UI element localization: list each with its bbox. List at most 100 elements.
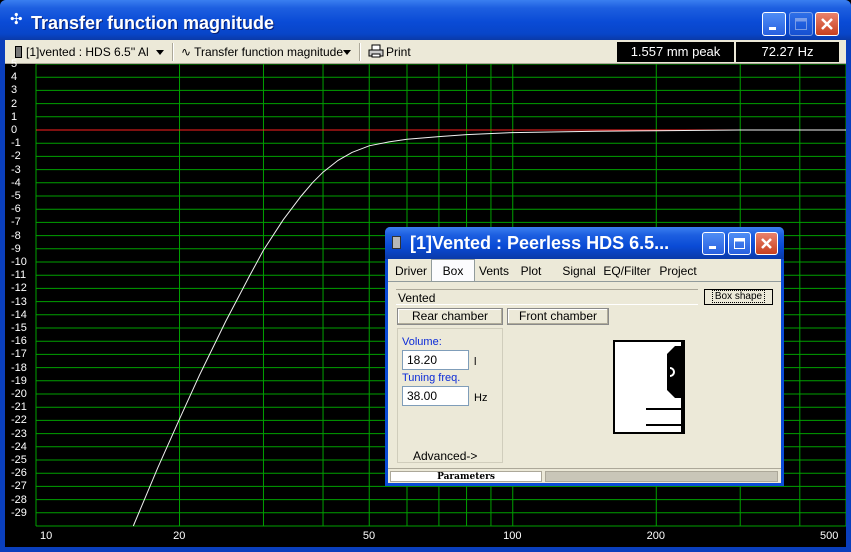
volume-label: Volume: bbox=[402, 336, 442, 348]
project-selector-label: [1]vented : HDS 6.5'' Al bbox=[26, 45, 149, 59]
main-titlebar[interactable]: ✣ Transfer function magnitude bbox=[0, 0, 851, 40]
minimize-icon bbox=[709, 246, 716, 249]
tab-project[interactable]: Project bbox=[655, 261, 701, 281]
y-tick-label: -2 bbox=[11, 150, 21, 163]
close-button[interactable] bbox=[815, 12, 839, 36]
maximize-icon bbox=[734, 238, 745, 249]
x-tick-label: 20 bbox=[173, 530, 186, 542]
y-tick-label: -19 bbox=[11, 374, 27, 387]
minimize-button[interactable] bbox=[762, 12, 786, 36]
speaker-icon bbox=[392, 236, 401, 249]
status-bar: Parameters bbox=[388, 468, 781, 483]
tuning-input[interactable]: 38.00 bbox=[402, 386, 469, 406]
front-chamber-button[interactable]: Front chamber bbox=[507, 308, 609, 325]
y-tick-label: -21 bbox=[11, 401, 27, 414]
close-icon bbox=[821, 18, 833, 30]
y-tick-label: -25 bbox=[11, 454, 27, 466]
y-tick-label: -14 bbox=[11, 308, 27, 321]
tab-eq-filter[interactable]: EQ/Filter bbox=[602, 261, 652, 281]
x-tick-label: 100 bbox=[503, 530, 522, 542]
child-body: Driver Box Vents Plot Signal EQ/Filter P… bbox=[388, 259, 781, 483]
box-diagram bbox=[613, 340, 685, 434]
box-shape-label: Box shape bbox=[711, 290, 766, 303]
y-tick-label: -4 bbox=[11, 176, 21, 189]
y-tick-label: -22 bbox=[11, 414, 27, 427]
y-tick-label: -11 bbox=[11, 269, 27, 282]
y-tick-label: -17 bbox=[11, 348, 27, 361]
box-type-display: Vented bbox=[396, 289, 698, 305]
y-tick-label: -5 bbox=[11, 190, 21, 202]
plot-selector[interactable]: ∿ Transfer function magnitude bbox=[181, 40, 343, 64]
enclosure-diagram-icon bbox=[646, 342, 683, 432]
printer-icon bbox=[368, 44, 384, 58]
plot-dropdown-arrow-icon[interactable] bbox=[343, 50, 351, 55]
status-panel: Parameters bbox=[390, 471, 542, 482]
y-tick-label: -20 bbox=[11, 388, 27, 400]
y-tick-label: -16 bbox=[11, 335, 27, 348]
y-tick-label: 4 bbox=[11, 71, 18, 84]
box-shape-button[interactable]: Box shape bbox=[704, 289, 773, 305]
y-tick-label: -18 bbox=[11, 361, 27, 374]
y-tick-label: -12 bbox=[11, 282, 27, 295]
y-tick-label: -3 bbox=[11, 163, 21, 176]
toolbar-separator bbox=[359, 43, 361, 61]
toolbar-separator bbox=[172, 43, 174, 61]
x-tick-label: 10 bbox=[40, 530, 53, 542]
y-tick-label: -27 bbox=[11, 480, 27, 493]
tab-signal[interactable]: Signal bbox=[559, 261, 599, 281]
tab-driver[interactable]: Driver bbox=[392, 261, 430, 281]
y-tick-label: 1 bbox=[11, 110, 18, 123]
child-titlebar[interactable]: [1]Vented : Peerless HDS 6.5... bbox=[385, 227, 784, 259]
y-tick-label: -29 bbox=[11, 506, 27, 519]
child-window-title: [1]Vented : Peerless HDS 6.5... bbox=[410, 233, 670, 253]
volume-input[interactable]: 18.20 bbox=[402, 350, 469, 370]
excursion-readout: 1.557 mm peak bbox=[617, 42, 734, 62]
toolbar: [1]vented : HDS 6.5'' Al ∿ Transfer funct… bbox=[5, 40, 846, 64]
close-icon bbox=[761, 238, 772, 249]
print-label: Print bbox=[386, 45, 411, 59]
y-tick-label: 3 bbox=[11, 84, 18, 97]
app-icon: ✣ bbox=[10, 11, 23, 28]
tab-divider bbox=[388, 281, 781, 282]
x-tick-label: 50 bbox=[362, 530, 376, 542]
y-tick-label: -28 bbox=[11, 493, 27, 506]
tab-vents[interactable]: Vents bbox=[476, 261, 512, 281]
waveform-icon: ∿ bbox=[181, 45, 192, 59]
child-close-button[interactable] bbox=[755, 232, 778, 255]
chamber-settings-group: Volume: 18.20 l Tuning freq. 38.00 Hz bbox=[397, 328, 503, 463]
plot-selector-label: Transfer function magnitude bbox=[194, 45, 344, 59]
volume-unit: l bbox=[474, 356, 477, 368]
y-tick-label: -26 bbox=[11, 467, 27, 480]
y-tick-label: -13 bbox=[11, 295, 27, 308]
tab-box[interactable]: Box bbox=[431, 259, 475, 282]
y-tick-label: 2 bbox=[11, 97, 18, 110]
tuning-unit: Hz bbox=[474, 392, 488, 404]
tuning-label: Tuning freq. bbox=[402, 372, 461, 384]
x-tick-label: 200 bbox=[646, 530, 666, 542]
y-tick-label: -1 bbox=[11, 137, 21, 150]
minimize-icon bbox=[769, 27, 776, 30]
child-maximize-button[interactable] bbox=[728, 232, 751, 255]
status-panel-empty bbox=[545, 471, 778, 482]
y-tick-label: -7 bbox=[11, 216, 21, 229]
rear-chamber-button[interactable]: Rear chamber bbox=[397, 308, 503, 325]
project-selector[interactable]: [1]vented : HDS 6.5'' Al bbox=[15, 40, 149, 64]
speaker-icon bbox=[15, 46, 22, 58]
y-tick-label: -15 bbox=[11, 322, 27, 334]
x-tick-label: 500 bbox=[820, 530, 839, 542]
box-parameters-window: [1]Vented : Peerless HDS 6.5... Driver B… bbox=[385, 227, 784, 486]
advanced-button[interactable]: Advanced-> bbox=[413, 449, 477, 463]
frequency-readout: 72.27 Hz bbox=[736, 42, 839, 62]
y-tick-label: -8 bbox=[11, 229, 21, 242]
window-title: Transfer function magnitude bbox=[31, 13, 275, 33]
y-tick-label: 5 bbox=[11, 58, 18, 70]
project-dropdown-arrow-icon[interactable] bbox=[156, 50, 164, 55]
tab-plot[interactable]: Plot bbox=[516, 261, 546, 281]
y-tick-label: -9 bbox=[11, 242, 21, 255]
child-minimize-button[interactable] bbox=[702, 232, 725, 255]
print-button[interactable]: Print bbox=[368, 40, 411, 64]
y-tick-label: -24 bbox=[11, 440, 27, 453]
y-tick-label: -23 bbox=[11, 427, 27, 440]
maximize-button bbox=[789, 12, 813, 36]
y-tick-label: -6 bbox=[11, 203, 21, 216]
